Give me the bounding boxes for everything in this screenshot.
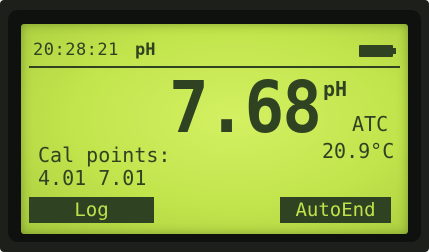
lcd-screen: 20:28:21 pH 7.68 pH ATC 20.9°C Cal point… (21, 24, 408, 234)
battery-tip (393, 48, 396, 54)
temperature-readout: 20.9°C (322, 139, 395, 163)
clock-time: 20:28:21 (33, 40, 119, 60)
reading-unit: pH (323, 77, 348, 101)
cal-points-label: Cal points: (38, 143, 171, 167)
mode-unit: pH (135, 40, 156, 60)
log-softkey[interactable]: Log (29, 197, 154, 223)
autoend-softkey[interactable]: AutoEnd (280, 197, 391, 223)
status-bar: 20:28:21 pH (21, 24, 408, 68)
cal-points-values: 4.01 7.01 (38, 166, 147, 190)
atc-indicator: ATC (352, 112, 389, 136)
ph-reading-value: 7.68 (169, 66, 322, 150)
battery-full-icon (359, 45, 393, 57)
